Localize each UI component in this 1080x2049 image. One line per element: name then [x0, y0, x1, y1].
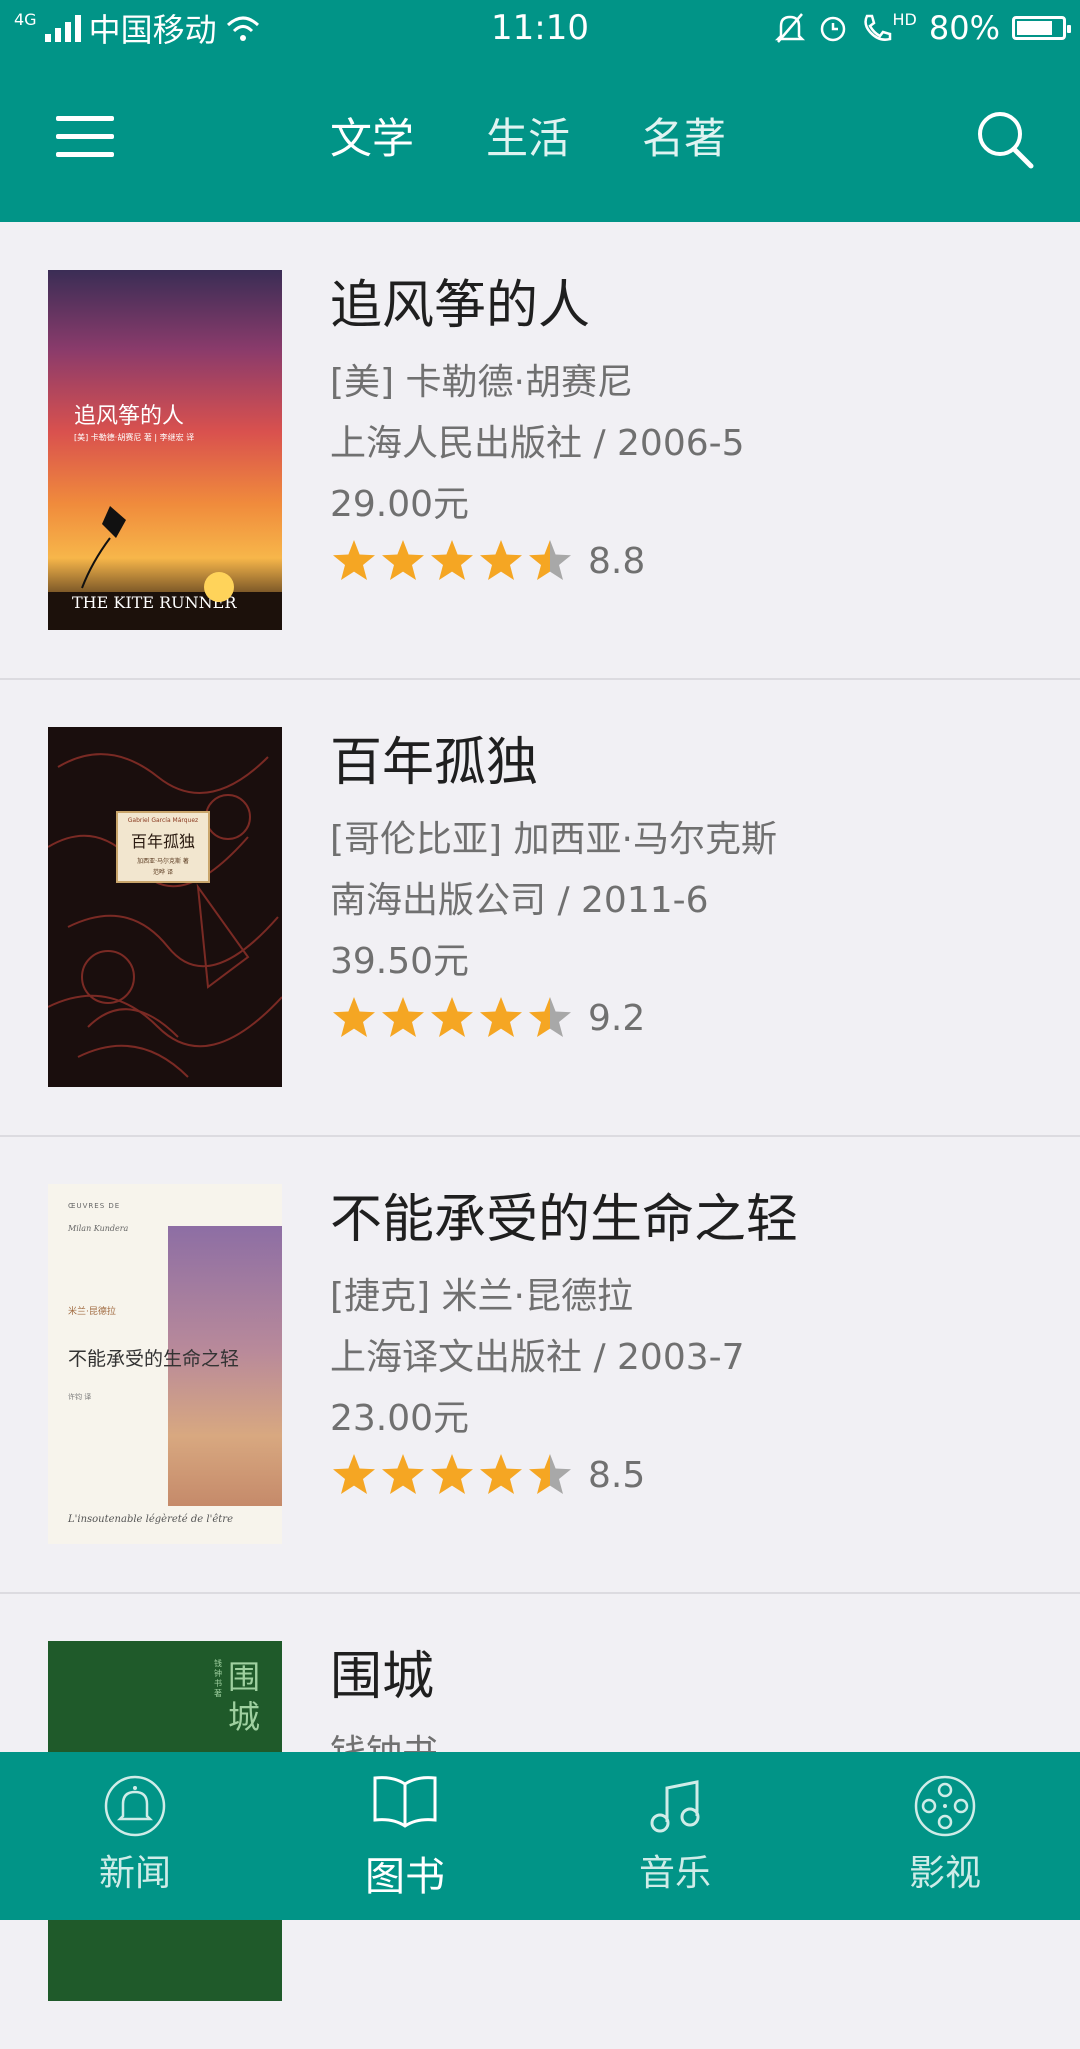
book-item[interactable]: Gabriel García Márquez 百年孤独 加西亚·马尔克斯 著 范…	[0, 679, 1080, 1137]
cover-title: 追风筝的人	[74, 404, 185, 429]
book-rating: 8.5	[330, 1451, 798, 1499]
book-item[interactable]: 追风筝的人 [美] 卡勒德·胡赛尼 著 | 李继宏 译 THE KITE RUN…	[0, 222, 1080, 680]
kite-graphic	[81, 506, 126, 589]
search-icon[interactable]	[974, 108, 1036, 170]
book-publisher: 上海人民出版社 / 2006-5	[330, 423, 745, 464]
cover-subtitle: [美] 卡勒德·胡赛尼 著 | 李继宏 译	[74, 433, 195, 442]
star-full-icon	[431, 1454, 473, 1494]
cover-subtitle: 加西亚·马尔克斯 著	[137, 858, 189, 865]
nav-news[interactable]: 新闻	[0, 1752, 270, 1920]
star-rating	[330, 537, 574, 585]
star-full-icon	[382, 1454, 424, 1494]
book-title: 追风筝的人	[330, 276, 591, 336]
cover-translator: 许钧 译	[68, 1393, 92, 1401]
book-cover: 追风筝的人 [美] 卡勒德·胡赛尼 著 | 李继宏 译 THE KITE RUN…	[48, 270, 282, 630]
menu-button[interactable]	[56, 116, 114, 158]
book-rating: 9.2	[330, 994, 777, 1042]
nav-label: 图书	[365, 1854, 445, 1900]
nav-label: 音乐	[638, 1853, 711, 1894]
book-price: 39.50元	[330, 941, 470, 982]
cover-author: 米兰·昆德拉	[68, 1307, 116, 1317]
cover-title-fr: L'insoutenable légèreté de l'être	[68, 1514, 233, 1525]
star-full-icon	[382, 540, 424, 580]
nav-music[interactable]: 音乐	[540, 1752, 810, 1920]
book-price: 29.00元	[330, 484, 470, 525]
battery-icon	[1012, 16, 1071, 40]
rating-score: 8.8	[588, 540, 646, 582]
nav-label: 新闻	[98, 1853, 171, 1894]
star-full-icon	[480, 540, 522, 580]
cover-series: ŒUVRES DE	[68, 1202, 121, 1210]
top-app-bar: 4G 中国移动 11:10 HD 80% 文学 生活 名著	[0, 0, 1080, 222]
book-title: 百年孤独	[330, 733, 539, 793]
alarm-icon	[820, 16, 845, 42]
book-cover: Gabriel García Márquez 百年孤独 加西亚·马尔克斯 著 范…	[48, 727, 282, 1087]
cover-title: 不能承受的生命之轻	[68, 1348, 240, 1370]
mute-bell-icon	[774, 13, 805, 43]
star-full-icon	[333, 1454, 375, 1494]
book-author: [哥伦比亚] 加西亚·马尔克斯	[330, 819, 777, 860]
cover-author: 钱钟书 著	[214, 1659, 222, 1698]
cover-translator: 范晔 译	[153, 869, 173, 876]
star-full-icon	[382, 997, 424, 1037]
book-publisher: 南海出版公司 / 2011-6	[330, 880, 709, 921]
hd-label: HD	[892, 10, 917, 29]
star-rating	[330, 994, 574, 1042]
cover-author-en: Gabriel García Márquez	[127, 817, 199, 824]
book-item[interactable]: ŒUVRES DE Milan Kundera 米兰·昆德拉 不能承受的生命之轻…	[0, 1136, 1080, 1594]
book-author: [捷克] 米兰·昆德拉	[330, 1276, 633, 1317]
star-half-icon	[529, 1454, 571, 1494]
cover-label: Gabriel García Márquez 百年孤独 加西亚·马尔克斯 著 范…	[116, 811, 210, 883]
tab-life[interactable]: 生活	[486, 104, 570, 174]
nav-books[interactable]: 图书	[270, 1752, 540, 1920]
bell-icon	[104, 1775, 166, 1837]
book-author: [美] 卡勒德·胡赛尼	[330, 362, 633, 403]
star-rating	[330, 1451, 574, 1499]
status-bar: 4G 中国移动 11:10 HD 80%	[0, 0, 1080, 56]
book-cover: ŒUVRES DE Milan Kundera 米兰·昆德拉 不能承受的生命之轻…	[48, 1184, 282, 1544]
rating-score: 8.5	[588, 1454, 646, 1496]
star-half-icon	[529, 540, 571, 580]
cover-title: 围城	[228, 1658, 261, 1736]
cover-author-en: Milan Kundera	[68, 1224, 129, 1233]
star-full-icon	[333, 997, 375, 1037]
music-icon	[650, 1780, 700, 1833]
book-price: 23.00元	[330, 1398, 470, 1439]
category-tabs: 文学 生活 名著	[330, 104, 726, 174]
nav-label: 影视	[908, 1853, 981, 1894]
star-full-icon	[431, 540, 473, 580]
book-rating: 8.8	[330, 537, 745, 585]
star-full-icon	[480, 997, 522, 1037]
star-full-icon	[480, 1454, 522, 1494]
hd-call-icon	[863, 14, 891, 41]
battery-percent: 80%	[928, 9, 1000, 47]
cover-pattern	[48, 753, 282, 1078]
rating-score: 9.2	[588, 997, 646, 1039]
nav-movies[interactable]: 影视	[810, 1752, 1080, 1920]
star-full-icon	[333, 540, 375, 580]
star-full-icon	[431, 997, 473, 1037]
book-publisher: 上海译文出版社 / 2003-7	[330, 1337, 745, 1378]
book-title: 围城	[330, 1647, 435, 1707]
tab-classics[interactable]: 名著	[642, 104, 726, 174]
film-reel-icon	[914, 1775, 976, 1837]
cover-title: 百年孤独	[130, 832, 195, 851]
star-half-icon	[529, 997, 571, 1037]
book-icon	[373, 1776, 437, 1828]
book-title: 不能承受的生命之轻	[330, 1190, 799, 1250]
tab-literature[interactable]: 文学	[330, 104, 414, 174]
bottom-navigation: 新闻 图书 音乐 影视	[0, 1752, 1080, 1920]
